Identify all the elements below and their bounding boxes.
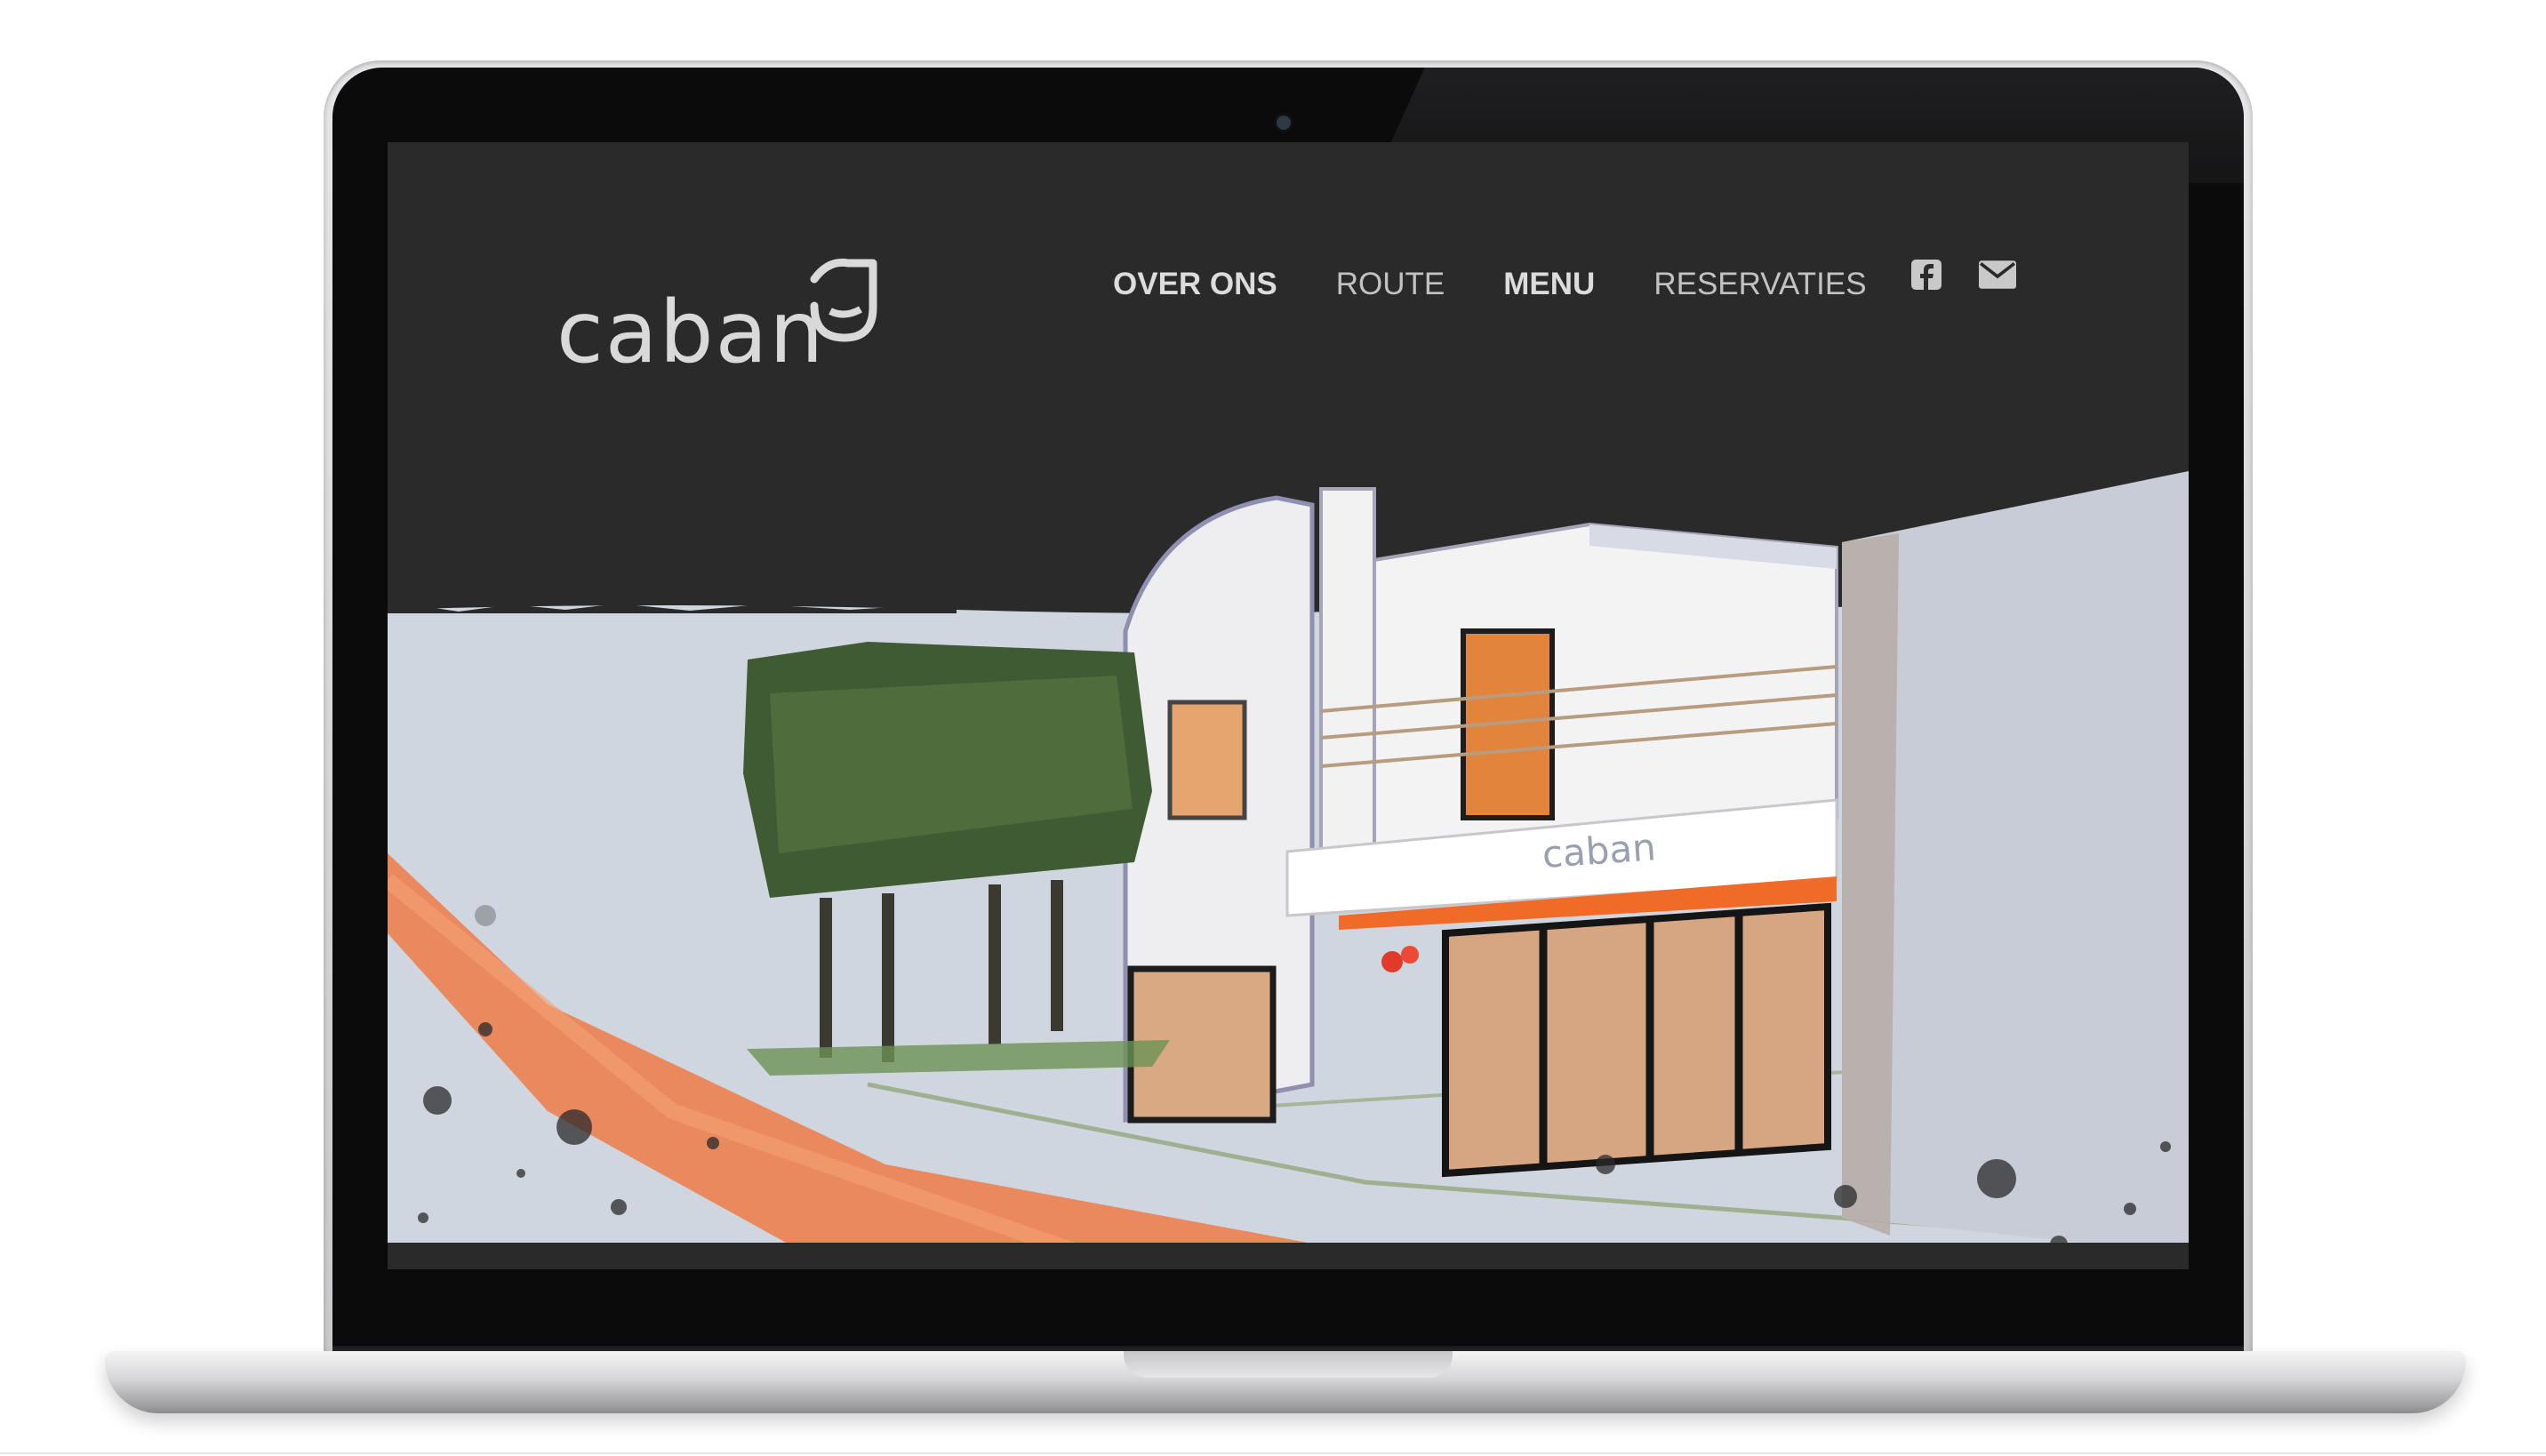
- flower: [1401, 946, 1419, 964]
- tree-trunk: [989, 884, 1001, 1044]
- laptop-mockup: caban caban OVER ONS ROUTE MENU RESERVAT…: [0, 0, 2546, 1456]
- floor-line: [0, 1452, 2546, 1454]
- nav-over-ons[interactable]: OVER ONS: [1113, 267, 1277, 302]
- site-logo[interactable]: caban: [556, 256, 877, 389]
- right-panel-edge: [1842, 533, 1899, 1236]
- hero-illustration: caban: [388, 436, 2189, 1269]
- logo-mark-icon: [810, 258, 877, 342]
- arch-window: [1167, 700, 1247, 820]
- nav-menu[interactable]: MENU: [1503, 267, 1595, 302]
- screen-bottom-band: [388, 1243, 2189, 1269]
- laptop-notch: [1124, 1351, 1453, 1378]
- hero-art: caban: [388, 471, 2189, 1269]
- ground-window-right: [1442, 902, 1831, 1178]
- nav-route[interactable]: ROUTE: [1336, 267, 1445, 302]
- mail-icon[interactable]: [1979, 260, 2016, 289]
- camera-icon: [1277, 116, 1291, 130]
- sign-logo: caban: [1541, 825, 1657, 876]
- tree-trunk: [882, 893, 894, 1062]
- flower: [1381, 951, 1403, 972]
- facebook-icon[interactable]: [1911, 260, 1942, 290]
- website-screen: caban caban OVER ONS ROUTE MENU RESERVAT…: [388, 142, 2189, 1269]
- tree-trunk: [1051, 880, 1063, 1031]
- nav-reservaties[interactable]: RESERVATIES: [1653, 267, 1866, 302]
- tree-trunk: [820, 898, 832, 1058]
- site-header: caban OVER ONS ROUTE MENU RESERVATIES: [388, 142, 2189, 462]
- social-links: [1911, 260, 2054, 290]
- building-upper: [1373, 522, 1838, 856]
- main-nav: OVER ONS ROUTE MENU RESERVATIES: [1113, 258, 1926, 311]
- logo-text: caban: [556, 283, 826, 382]
